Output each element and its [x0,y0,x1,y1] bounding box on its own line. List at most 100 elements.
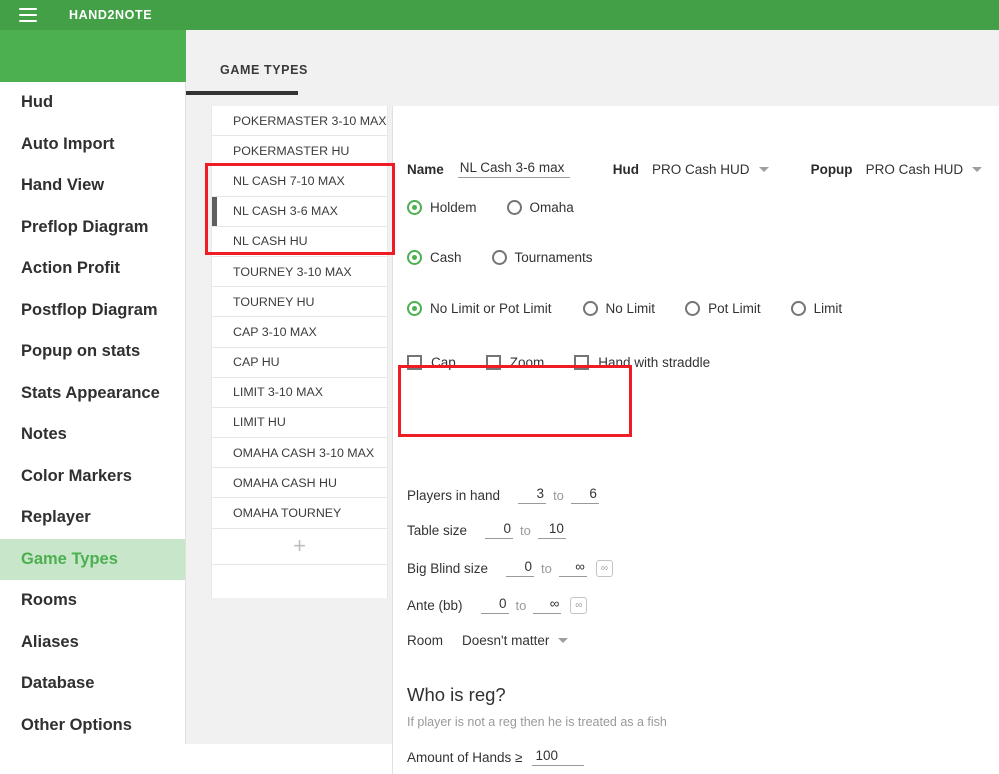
popup-dropdown[interactable]: PRO Cash HUD [866,162,983,177]
radio-no-limit-label: No Limit [605,301,656,316]
hamburger-menu-icon[interactable] [19,8,37,22]
popup-dropdown-value: PRO Cash HUD [865,161,964,177]
big-blind-size-max-input[interactable] [558,559,587,577]
sidebar-item-label: Postflop Diagram [21,300,158,319]
game-type-list-item[interactable]: NL CASH 7-10 MAX [212,166,387,197]
sidebar-item-game-types[interactable]: Game Types [0,538,185,580]
sidebar-item-aliases[interactable]: Aliases [0,622,185,664]
game-type-list-item[interactable]: TOURNEY 3-10 MAX [212,257,387,288]
chevron-down-icon [558,638,569,643]
table-size-label: Table size [407,522,468,538]
game-type-list-item[interactable]: NL CASH HU [212,227,387,257]
game-type-list-item[interactable]: POKERMASTER HU [212,136,387,167]
radio-no-limit-or-pot-limit[interactable]: No Limit or Pot Limit [407,301,552,316]
room-dropdown[interactable]: Doesn't matter [462,633,569,648]
game-type-list-item[interactable]: OMAHA CASH HU [212,468,387,499]
players-in-hand-min-input[interactable] [518,486,547,504]
chevron-down-icon [972,166,983,172]
game-type-list-item[interactable]: LIMIT 3-10 MAX [212,378,387,408]
table-size-row: Table size to [407,521,566,539]
room-label: Room [407,633,444,648]
game-type-list-item[interactable]: TOURNEY HU [212,287,387,318]
sidebar-item-replayer[interactable]: Replayer [0,497,185,539]
radio-tournaments[interactable]: Tournaments [491,250,593,265]
checkbox-box-icon [485,355,501,370]
sidebar-item-auto-import[interactable]: Auto Import [0,124,185,166]
checkbox-cap[interactable]: Cap [407,355,456,370]
game-type-list-item[interactable]: POKERMASTER 3-10 MAX [212,106,387,137]
sidebar-item-rooms[interactable]: Rooms [0,580,185,622]
big-blind-size-min-input[interactable] [506,559,535,577]
ante-bb-label: Ante (bb) [407,597,463,613]
radio-pot-limit[interactable]: Pot Limit [685,301,761,316]
game-type-list-item[interactable]: LIMIT HU [212,408,387,439]
radio-omaha[interactable]: Omaha [506,200,574,215]
content-area: GAME TYPES POKERMASTER 3-10 MAX POKERMAST… [0,30,999,774]
game-type-list-item-label: NL CASH HU [233,234,308,249]
sidebar-item-hud[interactable]: Hud [0,82,185,124]
game-type-list-item-label: OMAHA TOURNEY [233,506,342,521]
radio-cash[interactable]: Cash [407,250,462,265]
sidebar-item-color-markers[interactable]: Color Markers [0,456,185,498]
sidebar-item-label: Hand View [21,176,105,195]
radio-indicator-icon [407,250,422,265]
name-hud-popup-row: Name Hud PRO Cash HUD Popup PRO Cash HUD [407,160,983,178]
table-size-min-input[interactable] [485,521,514,539]
ante-bb-min-input[interactable] [480,596,509,614]
app-title: HAND2NOTE [69,8,153,22]
game-type-list-item[interactable]: OMAHA CASH 3-10 MAX [212,438,387,469]
sidebar-item-preflop-diagram[interactable]: Preflop Diagram [0,207,185,249]
radio-tournaments-label: Tournaments [514,250,593,265]
game-variant-radio-group: Holdem Omaha [407,200,574,215]
sidebar-item-notes[interactable]: Notes [0,414,185,456]
ante-bb-to-label: to [515,597,527,613]
game-type-list-item-label: NL CASH 3-6 MAX [233,204,338,219]
players-in-hand-max-input[interactable] [570,486,599,504]
tab-game-types[interactable]: GAME TYPES [186,44,342,95]
sidebar-item-label: Other Options [21,715,132,734]
table-size-max-input[interactable] [537,521,566,539]
ante-bb-max-input[interactable] [533,596,562,614]
game-type-list-item[interactable]: CAP HU [212,348,387,378]
game-type-list-item-label: OMAHA CASH 3-10 MAX [233,445,375,460]
sidebar-item-action-profit[interactable]: Action Profit [0,248,185,290]
tab-strip: GAME TYPES [0,30,999,95]
radio-indicator-icon [407,301,422,316]
sidebar-item-label: Replayer [21,508,91,527]
sidebar-item-label: Hud [21,93,54,112]
sidebar-item-popup-on-stats[interactable]: Popup on stats [0,331,185,373]
app-topbar: HAND2NOTE [0,0,999,30]
game-format-radio-group: Cash Tournaments [407,250,593,265]
game-type-list-item-label: OMAHA CASH HU [233,475,337,490]
who-is-reg-title: Who is reg? [407,684,506,705]
radio-limit[interactable]: Limit [790,301,842,316]
game-type-list-item[interactable]: NL CASH 3-6 MAX [212,196,387,227]
sidebar-green-stub [0,30,186,82]
sidebar-item-database[interactable]: Database [0,663,185,705]
ante-bb-row: Ante (bb) to ∞ [407,596,588,614]
sidebar-item-hand-view[interactable]: Hand View [0,165,185,207]
game-types-items: POKERMASTER 3-10 MAX POKERMASTER HU NL CAS… [212,106,387,529]
game-type-list-item-label: CAP HU [233,355,280,370]
big-blind-infinity-button[interactable]: ∞ [595,559,613,577]
add-game-type-button[interactable]: + [212,529,387,565]
big-blind-size-label: Big Blind size [407,560,489,576]
radio-no-limit[interactable]: No Limit [582,301,656,316]
radio-holdem[interactable]: Holdem [407,200,477,215]
sidebar-item-label: Rooms [21,591,77,610]
hud-dropdown[interactable]: PRO Cash HUD [652,162,769,177]
sidebar-item-label: Game Types [21,549,118,568]
players-in-hand-label: Players in hand [407,487,501,503]
name-input[interactable] [457,160,570,178]
amount-of-hands-input[interactable] [532,748,585,766]
game-type-list-item[interactable]: OMAHA TOURNEY [212,498,387,529]
sidebar-item-other-options[interactable]: Other Options [0,705,185,747]
ante-bb-infinity-button[interactable]: ∞ [570,596,588,614]
who-is-reg-subtitle: If player is not a reg then he is treate… [407,715,667,729]
game-type-list-item[interactable]: CAP 3-10 MAX [212,317,387,348]
room-dropdown-value: Doesn't matter [462,633,550,648]
checkbox-zoom[interactable]: Zoom [485,355,544,370]
sidebar-item-postflop-diagram[interactable]: Postflop Diagram [0,290,185,332]
checkbox-hand-with-straddle[interactable]: Hand with straddle [574,355,710,370]
sidebar-item-stats-appearance[interactable]: Stats Appearance [0,373,185,415]
